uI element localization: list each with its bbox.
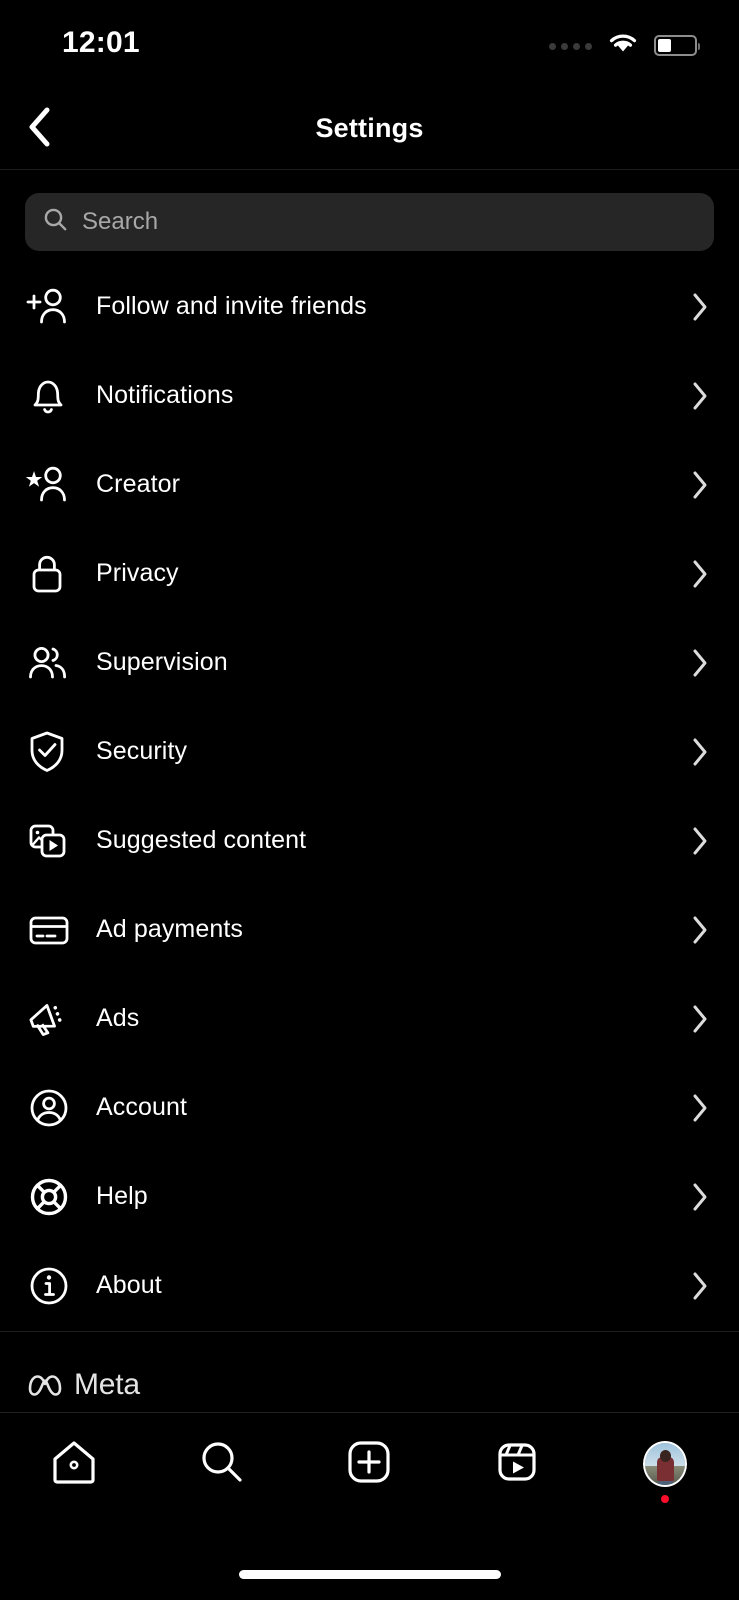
search-input[interactable] — [82, 208, 662, 236]
tab-create[interactable] — [296, 1413, 444, 1515]
cellular-dots-icon — [549, 42, 592, 50]
search-icon — [197, 1437, 247, 1492]
settings-row-label: Help — [96, 1182, 148, 1210]
plus-square-icon — [344, 1437, 394, 1492]
lock-icon — [26, 548, 78, 600]
tab-search[interactable] — [148, 1413, 296, 1515]
home-icon — [48, 1437, 100, 1492]
life-ring-icon — [26, 1171, 78, 1223]
megaphone-icon — [26, 993, 78, 1045]
tab-reels[interactable] — [443, 1413, 591, 1515]
settings-row-label: Security — [96, 737, 188, 765]
settings-row-notifications[interactable]: Notifications — [0, 351, 739, 440]
meta-branding: Meta — [26, 1368, 140, 1402]
settings-row-suggested-content[interactable]: Suggested content — [0, 796, 739, 885]
settings-row-account[interactable]: Account — [0, 1063, 739, 1152]
search-icon — [43, 207, 68, 237]
person-plus-icon — [26, 281, 78, 333]
settings-row-privacy[interactable]: Privacy — [0, 529, 739, 618]
settings-row-security[interactable]: Security — [0, 707, 739, 796]
people-icon — [26, 637, 78, 689]
settings-row-label: Ad payments — [96, 915, 244, 943]
instagram-settings-screen: 12:01 Settings Search Follow and invite … — [0, 0, 739, 1600]
wifi-icon — [606, 30, 640, 60]
settings-row-about[interactable]: About — [0, 1241, 739, 1330]
chevron-right-icon — [687, 915, 713, 945]
battery-icon — [654, 34, 700, 56]
settings-row-ad-payments[interactable]: Ad payments — [0, 885, 739, 974]
settings-row-follow-and-invite-friends[interactable]: Follow and invite friends — [0, 262, 739, 351]
meta-wordmark: Meta — [74, 1368, 140, 1401]
settings-row-help[interactable]: Help — [0, 1152, 739, 1241]
settings-row-label: Ads — [96, 1004, 140, 1032]
settings-row-supervision[interactable]: Supervision — [0, 618, 739, 707]
shield-check-icon — [26, 726, 78, 778]
profile-notification-badge — [661, 1495, 670, 1503]
credit-card-icon — [26, 904, 78, 956]
bell-icon — [26, 370, 78, 422]
settings-row-label: About — [96, 1271, 162, 1299]
info-circle-icon — [26, 1260, 78, 1312]
settings-row-label: Notifications — [96, 381, 234, 409]
chevron-right-icon — [687, 1271, 713, 1301]
chevron-right-icon — [687, 292, 713, 322]
tab-home[interactable] — [0, 1413, 148, 1515]
settings-row-label: Suggested content — [96, 826, 307, 854]
chevron-right-icon — [687, 737, 713, 767]
page-title: Settings — [315, 113, 424, 143]
status-bar-time: 12:01 — [62, 26, 140, 59]
status-bar: 12:01 — [0, 0, 739, 88]
settings-row-label: Follow and invite friends — [96, 292, 367, 320]
account-circle-icon — [26, 1082, 78, 1134]
chevron-right-icon — [687, 470, 713, 500]
status-bar-indicators — [549, 30, 700, 60]
navigation-header: Settings — [0, 88, 739, 170]
chevron-right-icon — [687, 648, 713, 678]
media-stack-play-icon — [26, 815, 78, 867]
chevron-right-icon — [687, 826, 713, 856]
search-field[interactable] — [25, 193, 714, 251]
settings-row-label: Creator — [96, 470, 181, 498]
section-divider — [0, 1331, 739, 1332]
chevron-right-icon — [687, 1182, 713, 1212]
home-indicator — [238, 1570, 501, 1579]
chevron-right-icon — [687, 1004, 713, 1034]
tab-profile[interactable] — [591, 1413, 739, 1515]
chevron-right-icon — [687, 381, 713, 411]
person-star-icon — [26, 459, 78, 511]
settings-row-ads[interactable]: Ads — [0, 974, 739, 1063]
settings-list: Follow and invite friends Notifications — [0, 262, 739, 1330]
profile-avatar-icon — [643, 1441, 688, 1487]
chevron-right-icon — [687, 559, 713, 589]
settings-row-creator[interactable]: Creator — [0, 440, 739, 529]
bottom-tab-bar — [0, 1412, 739, 1600]
reels-icon — [492, 1437, 542, 1492]
settings-row-label: Account — [96, 1093, 188, 1121]
meta-infinity-icon — [26, 1370, 64, 1401]
chevron-right-icon — [687, 1093, 713, 1123]
settings-row-label: Supervision — [96, 648, 228, 676]
settings-row-label: Privacy — [96, 559, 179, 587]
